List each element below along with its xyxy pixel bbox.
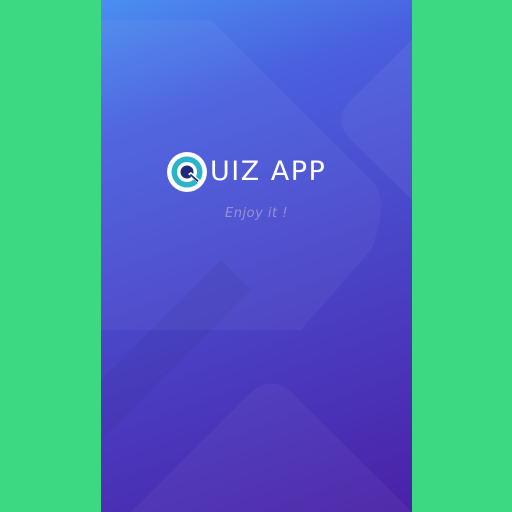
outer-background: UIZ APP Enjoy it ! (0, 0, 512, 512)
background-band-bottom (131, 383, 412, 512)
app-brand: UIZ APP (165, 150, 326, 194)
tagline: Enjoy it ! (225, 206, 288, 221)
q-logo-icon (167, 152, 207, 192)
background-decoration (101, 20, 412, 512)
app-name: UIZ APP (210, 156, 327, 187)
splash-screen: UIZ APP Enjoy it ! (101, 0, 412, 512)
